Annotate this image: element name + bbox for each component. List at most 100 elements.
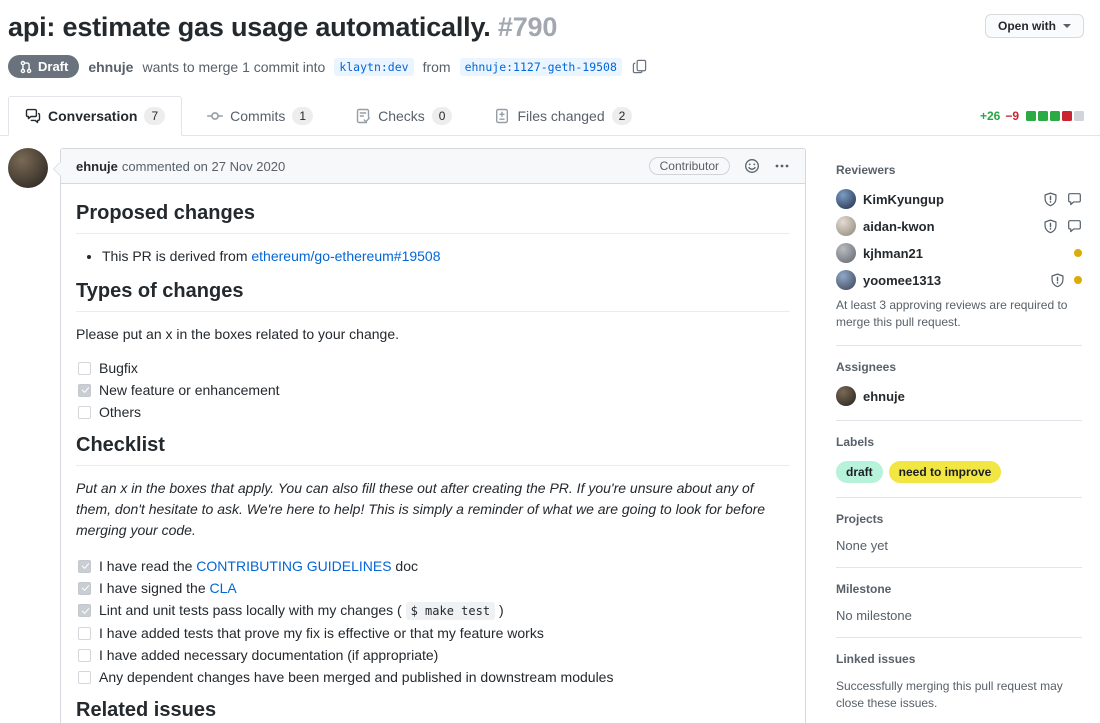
pr-title-text: api: estimate gas usage automatically. [8,12,491,42]
task-list-item: Any dependent changes have been merged a… [78,666,790,688]
reviewer-name[interactable]: yoomee1313 [863,273,941,288]
comment-meta: commented on 27 Nov 2020 [121,158,286,174]
checkbox-unchecked[interactable] [78,626,91,640]
tab-label: Files changed [517,108,605,124]
base-branch-ref[interactable]: klaytn:dev [334,57,414,76]
reviewers-note: At least 3 approving reviews are require… [836,298,1068,329]
request-review-button[interactable] [1043,192,1058,207]
assignee-row-ehnuje: ehnuje [836,386,1082,406]
linked-issues-note: Successfully merging this pull request m… [836,679,1063,710]
projects-heading[interactable]: Projects [836,512,1082,526]
avatar[interactable] [836,270,856,290]
linked-issues-heading[interactable]: Linked issues [836,652,1082,666]
inline-text: I have read the [99,558,197,574]
tab-conversation[interactable]: Conversation 7 [8,96,183,136]
request-review-button[interactable] [1043,219,1058,234]
list-item: This PR is derived from ethereum/go-ethe… [102,246,790,267]
tab-checks[interactable]: Checks 0 [338,96,469,136]
diff-deletions: −9 [1005,108,1019,123]
label-need-to-improve[interactable]: need to improve [888,461,1002,483]
diff-block-add [1038,110,1048,121]
tab-files-changed[interactable]: Files changed 2 [477,96,649,136]
heading-proposed-changes: Proposed changes [76,201,790,234]
tab-counter: 7 [144,107,166,125]
diff-block-del [1062,110,1072,121]
assignees-list: ehnuje [836,386,1082,406]
reviewer-name[interactable]: kjhman21 [863,246,923,261]
inline-text: ) [495,602,504,618]
sidebar-section-projects: Projects None yet [836,497,1082,553]
reviewer-row-kjhman21: kjhman21 [836,243,1082,263]
copy-icon [632,59,647,74]
inline-link[interactable]: ethereum/go-ethereum#19508 [251,248,440,264]
smiley-icon [745,159,759,173]
labels-heading[interactable]: Labels [836,435,1082,449]
reviewer-name[interactable]: KimKyungup [863,192,944,207]
sidebar-section-milestone: Milestone No milestone [836,567,1082,623]
task-label: I have signed the CLA [99,577,237,599]
inline-link[interactable]: CLA [210,580,237,596]
checkbox-unchecked[interactable] [78,361,91,375]
checkbox-checked[interactable] [78,559,91,573]
diffstat-blocks [1026,110,1084,121]
reviewers-heading[interactable]: Reviewers [836,163,1082,177]
inline-code: $ make test [405,602,496,620]
diff-block-neutral [1074,110,1084,121]
pr-author-link[interactable]: ehnuje [88,59,133,75]
draft-state-badge: Draft [8,55,80,78]
shield-icon [1044,192,1057,206]
checkbox-checked[interactable] [78,383,91,397]
draft-label: Draft [38,59,69,74]
comment-card: ehnuje commented on 27 Nov 2020 Contribu… [53,148,806,723]
heading-types-of-changes: Types of changes [76,279,790,312]
inline-text: Lint and unit tests pass locally with my… [99,602,406,618]
copy-branch-button[interactable] [632,59,647,74]
task-label: I have read the CONTRIBUTING GUIDELINES … [99,555,418,577]
assignees-heading[interactable]: Assignees [836,360,1082,374]
add-reaction-button[interactable] [744,158,760,174]
proposed-changes-list: This PR is derived from ethereum/go-ethe… [76,246,790,267]
milestone-empty-text: No milestone [836,608,912,623]
comment-options-button[interactable] [774,158,790,174]
milestone-heading[interactable]: Milestone [836,582,1082,596]
tab-commits[interactable]: Commits 1 [190,96,330,136]
reviewer-commented-icon [1067,219,1082,234]
tab-bar: Conversation 7 Commits 1 Checks 0 Files cha… [0,96,1100,136]
contributor-badge: Contributor [648,157,730,175]
task-label: I have added necessary documentation (if… [99,644,438,666]
git-pull-request-icon [20,60,32,73]
label-draft[interactable]: draft [836,461,883,483]
heading-checklist: Checklist [76,433,790,466]
checkbox-unchecked[interactable] [78,405,91,419]
page-title: api: estimate gas usage automatically. #… [8,10,1084,44]
from-word: from [422,58,451,75]
request-review-button[interactable] [1050,273,1065,288]
avatar[interactable] [836,243,856,263]
checkbox-unchecked[interactable] [78,670,91,684]
checkbox-checked[interactable] [78,581,91,595]
comment-bubble-icon [1068,192,1081,205]
git-commit-icon [207,112,224,120]
comment-discussion-icon [25,108,41,124]
tab-list: Conversation 7 Commits 1 Checks 0 Files cha… [8,96,649,136]
task-list-item: Bugfix [78,357,790,379]
avatar[interactable] [836,386,856,406]
reviewer-status-icons [1043,192,1082,207]
task-label: Others [99,404,142,420]
task-label: I have added tests that prove my fix is … [99,622,544,644]
open-with-button[interactable]: Open with [985,14,1084,38]
inline-link[interactable]: CONTRIBUTING GUIDELINES [196,558,391,574]
assignee-name[interactable]: ehnuje [863,389,905,404]
types-task-list: Bugfix New feature or enhancement Others [76,357,790,423]
head-branch-ref[interactable]: ehnuje:1127-geth-19508 [459,57,622,76]
checkbox-checked[interactable] [78,604,91,617]
sidebar-section-labels: Labels draft need to improve [836,420,1082,483]
diff-block-add [1026,110,1036,121]
checkbox-unchecked[interactable] [78,648,91,662]
avatar[interactable] [836,189,856,209]
comment-author-link[interactable]: ehnuje [76,159,118,174]
comment-body: Proposed changes This PR is derived from… [61,184,805,723]
reviewer-name[interactable]: aidan-kwon [863,219,935,234]
avatar[interactable] [836,216,856,236]
avatar[interactable] [8,148,48,188]
